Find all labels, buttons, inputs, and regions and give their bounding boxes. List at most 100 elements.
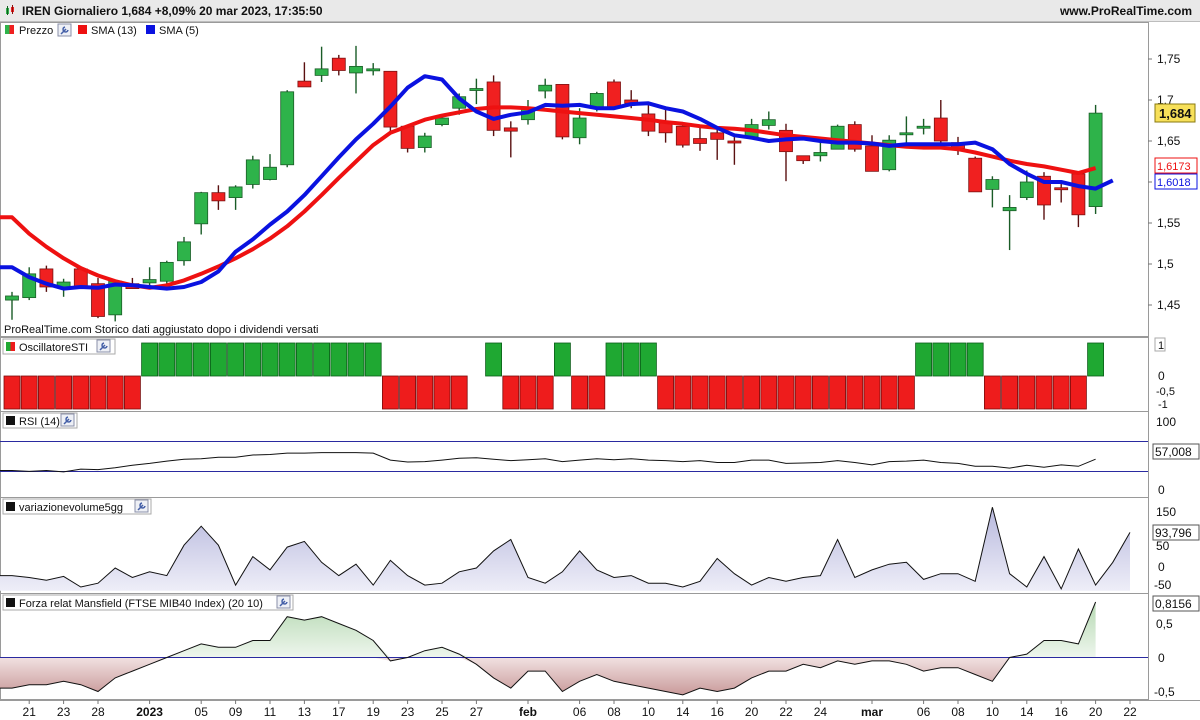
candle[interactable]	[280, 90, 295, 168]
candle-body	[1071, 173, 1086, 216]
candle[interactable]	[142, 267, 157, 287]
candle[interactable]	[245, 155, 260, 189]
sti-bar	[227, 342, 245, 377]
title-bar: IREN Giornaliero 1,684 +8,09% 20 mar 202…	[0, 0, 1200, 22]
candle-body	[5, 295, 19, 301]
sti-bar	[124, 375, 141, 410]
candle-body	[228, 186, 243, 198]
sti-bar	[278, 342, 296, 377]
wrench-icon[interactable]	[96, 339, 111, 353]
candle[interactable]	[899, 116, 914, 143]
candle-body	[503, 127, 518, 132]
mansfield-tick-0: 0	[1158, 651, 1165, 665]
candle[interactable]	[469, 78, 484, 105]
candle-body	[968, 157, 983, 193]
candle[interactable]	[39, 265, 54, 292]
candle[interactable]	[658, 109, 673, 143]
vol-tick-m50: -50	[1154, 578, 1172, 592]
candle[interactable]	[710, 129, 725, 160]
candle[interactable]	[503, 121, 518, 158]
sti-bar	[794, 375, 812, 410]
candle[interactable]	[1071, 172, 1086, 228]
date-tick-label: 2023	[136, 705, 163, 719]
candle[interactable]	[366, 63, 381, 76]
candle[interactable]	[211, 185, 226, 210]
candle[interactable]	[761, 111, 776, 130]
candle[interactable]	[194, 191, 209, 235]
chart-area[interactable]: 1,751,71,651,61,551,51,45 Prezzo SMA (13…	[0, 22, 1200, 720]
candle[interactable]	[933, 100, 948, 150]
candle-body	[297, 80, 312, 88]
date-tick-label: 22	[779, 705, 793, 719]
candle[interactable]	[400, 125, 415, 153]
candle[interactable]	[1088, 104, 1103, 214]
mansfield-axis: 0,8156 0,5 0 -0,5	[1152, 595, 1200, 699]
sti-bar	[3, 375, 21, 410]
candle[interactable]	[331, 54, 346, 76]
sma13-value: 1,6173	[1157, 161, 1191, 173]
candle[interactable]	[91, 277, 105, 319]
candle-body	[1019, 181, 1034, 198]
candle[interactable]	[779, 123, 793, 182]
candle[interactable]	[882, 135, 897, 172]
sti-bar	[1052, 375, 1070, 410]
sti-bar	[38, 375, 55, 410]
wrench-icon[interactable]	[60, 413, 75, 427]
sti-bar	[588, 375, 606, 410]
candle[interactable]	[675, 124, 690, 148]
candle-body	[469, 88, 484, 91]
candle[interactable]	[263, 154, 277, 181]
date-tick-label: feb	[519, 705, 537, 719]
candle[interactable]	[22, 267, 37, 301]
mansfield-title: Forza relat Mansfield (FTSE MIB40 Index)…	[19, 598, 263, 610]
candle[interactable]	[297, 62, 312, 88]
site-link[interactable]: www.ProRealTime.com	[1060, 4, 1192, 18]
candle-body	[796, 155, 811, 162]
price-tick-label: 1,5	[1157, 257, 1174, 271]
candle[interactable]	[727, 134, 742, 165]
sti-bar	[1087, 342, 1104, 377]
candlestick-series[interactable]	[5, 45, 1103, 322]
sti-bar	[691, 375, 709, 410]
wrench-icon[interactable]	[57, 23, 72, 37]
date-tick-label: 08	[951, 705, 965, 719]
sti-bar	[1001, 375, 1018, 410]
candle[interactable]	[417, 132, 432, 153]
candle-body	[710, 132, 725, 140]
candle[interactable]	[5, 291, 19, 320]
wrench-icon[interactable]	[276, 595, 291, 609]
candle-body	[607, 81, 621, 108]
legend-sma5: SMA (5)	[159, 25, 199, 37]
candle[interactable]	[830, 124, 845, 150]
candle[interactable]	[177, 236, 191, 266]
sti-bar	[364, 342, 382, 377]
osc-header: OscillatoreSTI	[2, 338, 116, 355]
vol-value: 93,796	[1155, 526, 1192, 540]
candle[interactable]	[228, 185, 243, 210]
candle[interactable]	[865, 135, 879, 172]
wrench-icon[interactable]	[134, 499, 149, 513]
vol-tick-50: 50	[1156, 539, 1170, 553]
candle[interactable]	[916, 118, 931, 135]
candle[interactable]	[985, 176, 1000, 208]
candle[interactable]	[349, 45, 363, 94]
rsi-tick-100: 100	[1156, 415, 1176, 429]
candle-body	[177, 241, 191, 262]
candle[interactable]	[968, 156, 983, 193]
candle[interactable]	[847, 121, 862, 152]
sti-bar	[640, 342, 657, 377]
candle-body	[916, 125, 931, 129]
candle[interactable]	[607, 79, 621, 109]
mansfield-tick-m05: -0,5	[1154, 685, 1175, 699]
candle[interactable]	[314, 46, 329, 82]
candle[interactable]	[538, 78, 553, 99]
sti-bar	[209, 342, 227, 377]
price-footnote: ProRealTime.com Storico dati aggiustato …	[4, 324, 318, 336]
date-tick-label: 21	[23, 705, 37, 719]
sma13-line	[0, 105, 1097, 290]
candle-body	[314, 68, 329, 76]
candle-body	[366, 68, 381, 72]
candle[interactable]	[1002, 195, 1017, 251]
candle[interactable]	[796, 155, 811, 164]
sti-bar	[72, 375, 90, 410]
